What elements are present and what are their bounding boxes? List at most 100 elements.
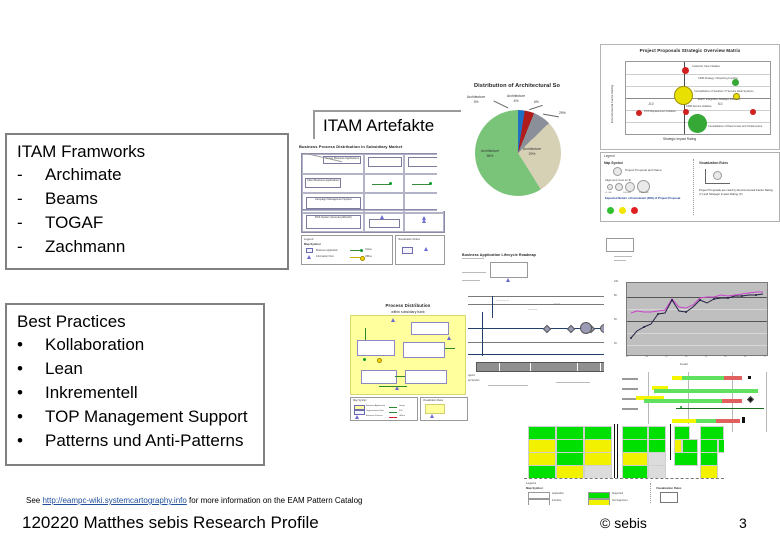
process-legend-item: Organizational Unit [366,410,384,412]
matrix-bubble [636,110,642,116]
matrix-bubble [682,67,689,74]
cluster-legend-item: Offline [365,255,372,258]
bullet-marker: • [17,359,23,378]
legend-panel-title: Legend [604,154,615,158]
matrix-title: Project Proposals Strategic Overview Mat… [639,48,741,53]
pie-slice-label: Architecture 4% [507,94,526,103]
list-item-label: Lean [45,359,83,378]
cluster-cell-label: Campaign Management System [306,197,361,210]
line-chart-y-tick: 20 [614,342,617,345]
legend-sizing-tick: 100.000 [623,192,631,194]
process-legend-item: Business Application [366,405,386,407]
matrix-bubble-note: Customer Care Initiative [692,65,720,68]
list-item-label: Beams [45,189,98,208]
list-item: • TOP Management Support [17,405,253,429]
legend-sizing-tick: 1.000.000 [639,192,649,194]
footer-copyright: © sebis [600,515,647,531]
process-legend-item: Offline [399,414,405,417]
best-practices-title: Best Practices [17,312,126,331]
list-item-label: Zachmann [45,237,126,256]
list-item: • Inkrementell [17,381,253,405]
matrix-bubble-note: Consolidation of Southern IT Service Des… [694,90,754,93]
process-legend-item: Business Process [366,415,383,417]
list-item-label: TOGAF [45,213,104,232]
process-rules-title: Visualization Rules [423,399,444,402]
source-note: See http://eampc-wiki.systemcartography.… [26,495,362,506]
matrix-tile [700,465,718,479]
list-item: • Patterns und Anti-Patterns [17,429,253,453]
cluster-map-legend-rules: Visualization Rules [395,235,445,265]
list-item: - Beams [17,187,277,211]
matrix-tile [682,439,698,453]
bullet-marker: - [17,165,23,184]
line-chart-x-axis: 01 04 07 10 13 16 19 22 [626,356,766,358]
matrix-tile [622,439,648,453]
figure-legend-panel: Legend Map Symbol Project Proposal and N… [600,152,780,222]
matrix-tile [648,465,666,479]
gantt-bar [644,399,722,403]
list-item-label: Archimate [45,165,122,184]
legend-sizing-tick: <1.000 [605,192,612,194]
list-item: • Lean [17,357,253,381]
matrix-bubble-note: EAM / Integration Strategic Inventory [698,98,741,101]
best-practices-text-box: Best Practices • Kollaboration • Lean • … [5,303,265,466]
line-chart-y-tick: 80 [614,294,617,297]
matrix-tile [700,452,718,466]
matrix-x-right-tick: 5.0 [718,102,723,106]
matrix-tile [622,426,648,440]
matrix-bubble [683,109,689,115]
matrix-bubble [688,114,707,133]
process-legend: Map Symbol Business Application Group Or… [350,397,418,421]
pie-slice-label: Architecture 58% [481,149,500,158]
cluster-map-title: Business Process Distribution in Subsidi… [299,144,403,149]
matrix-bubble [732,79,739,86]
matrix-tile [556,439,584,453]
cluster-rules-title: Visualization Rules [398,238,420,241]
figure-line-chart: 100 80 50 20 01 04 07 10 13 16 19 22 Cou… [604,274,774,374]
cluster-legend-heading: Map Symbol [304,242,321,246]
process-legend-rules: Visualization Rules [420,397,468,421]
process-canvas [350,315,466,395]
tile-rules-title: Visualization Rules [656,486,682,490]
process-legend-heading: Map Symbol [353,399,367,402]
matrix-tile [674,426,690,440]
frameworks-title: ITAM Framworks [17,142,146,161]
pie-chart-title: Distribution of Architectural So [474,83,560,89]
artefakte-header-box: ITAM Artefakte [313,110,461,139]
tile-legend-item: Interface [552,499,562,502]
legend-rating-label: Expected Return of Investment (ROI) of P… [605,196,681,200]
matrix-bubble-note: Consolidation of Data Center and Infrast… [708,125,763,128]
legend-panel-right-text: Project Proposals are rated by Environme… [699,188,773,196]
bullet-marker: • [17,335,23,354]
list-item: - TOGAF [17,211,277,235]
line-chart-plot [626,282,768,356]
matrix-tile [584,439,612,453]
tile-legend-item: Application [552,492,564,495]
cluster-legend-title: Legend [304,237,314,241]
matrix-tile [528,465,556,479]
tile-legend-title: Legend [526,481,537,485]
matrix-tile [674,439,682,453]
matrix-bubble [674,86,693,105]
pie-slice-label: Architecture 29% [523,147,542,156]
figure-strategic-matrix: Project Proposals Strategic Overview Mat… [600,44,780,150]
bullet-marker: • [17,407,23,426]
gantt-bar [682,376,724,380]
matrix-tile [622,452,648,466]
figure-tile-legend: Legend Map Symbol Application Supported … [524,478,724,505]
matrix-tile [556,465,584,479]
matrix-tile [648,452,666,466]
figure-pie-chart: Distribution of Architectural So Archite… [437,83,597,211]
bullet-marker: • [17,431,23,450]
eam-wiki-link[interactable]: http://eampc-wiki.systemcartography.info [42,496,186,505]
legend-panel-left-heading: Map Symbol [604,161,623,165]
list-item-label: Inkrementell [45,383,138,402]
process-legend-item: IFG [399,409,403,412]
pie-slice-label: 6% [534,100,539,104]
cluster-cell-label: POS System (Germany/Munich) [306,215,361,229]
bullet-marker: - [17,213,23,232]
list-item: - Zachmann [17,235,277,259]
matrix-tile [718,439,724,453]
line-chart-x-label: Count [680,362,689,366]
cluster-legend-item: Business Application [316,248,338,252]
